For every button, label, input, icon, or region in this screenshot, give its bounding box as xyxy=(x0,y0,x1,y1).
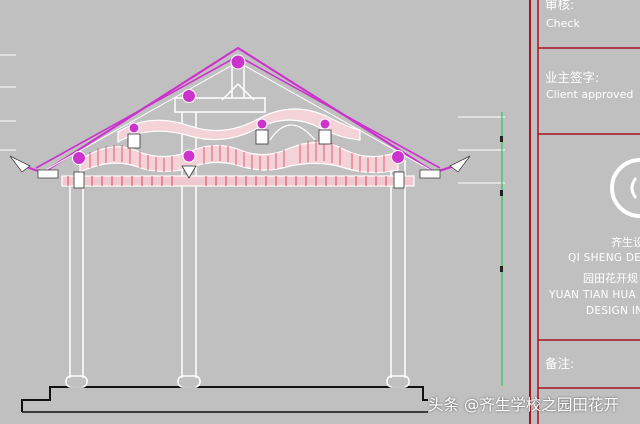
right-dimension-ticks xyxy=(458,116,505,184)
review-label: 审核: xyxy=(545,0,575,12)
brand-name-en-1: YUAN TIAN HUA H xyxy=(549,289,640,301)
company-name-en: QI SHENG DE xyxy=(568,252,640,264)
client-approval-label-en: Client approved xyxy=(546,88,634,101)
review-label-en: Check xyxy=(546,17,580,30)
watermark: 头条 @齐生学校之园田花开 xyxy=(428,396,619,414)
remarks-label: 备注: xyxy=(545,356,575,371)
column-center xyxy=(177,102,201,388)
column-right xyxy=(386,160,410,388)
cad-canvas[interactable] xyxy=(0,0,640,424)
tie-beam xyxy=(61,175,415,187)
column-left xyxy=(65,186,88,388)
brand-name-cn: 园田花开规 xyxy=(583,272,638,285)
client-approval-label: 业主签字: xyxy=(545,70,600,85)
left-margin-ticks xyxy=(0,54,16,151)
ground-line xyxy=(21,386,428,412)
brand-name-en-2: DESIGN IN xyxy=(586,305,640,317)
upper-arch xyxy=(269,124,316,141)
company-name-cn: 齐生设 xyxy=(611,236,640,249)
